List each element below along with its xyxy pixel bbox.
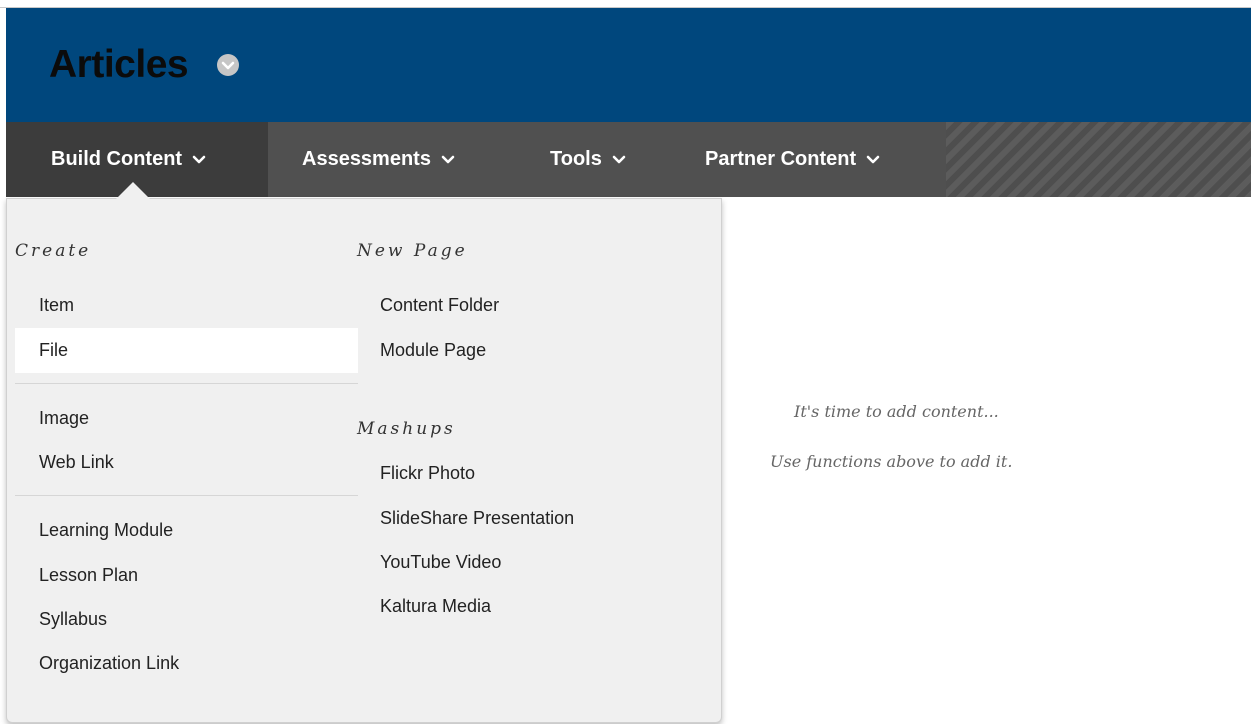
menu-item-file[interactable]: File (15, 328, 358, 373)
mashups-heading: Mashups (357, 419, 456, 439)
build-content-label: Build Content (51, 148, 183, 170)
assessments-label: Assessments (302, 148, 431, 170)
menu-item-youtube-video[interactable]: YouTube Video (357, 540, 697, 585)
menu-item-item[interactable]: Item (15, 283, 358, 328)
chevron-down-icon (612, 148, 626, 171)
create-heading: Create (15, 241, 92, 261)
partner-content-label: Partner Content (705, 148, 857, 170)
create-divider (15, 495, 358, 496)
create-divider (15, 383, 358, 384)
menu-item-web-link[interactable]: Web Link (15, 440, 358, 485)
new-page-heading: New Page (357, 241, 468, 261)
page-title: Articles (49, 43, 189, 86)
menu-item-syllabus[interactable]: Syllabus (15, 597, 358, 642)
chevron-down-icon (192, 148, 206, 171)
chevron-down-icon (441, 148, 455, 171)
page-options-chevron-icon[interactable] (217, 54, 239, 76)
partner-content-menu[interactable]: Partner Content (705, 122, 880, 197)
menu-item-learning-module[interactable]: Learning Module (15, 508, 358, 553)
action-bar: Build Content Assessments Tools Partner … (6, 122, 1251, 197)
menu-item-flickr-photo[interactable]: Flickr Photo (357, 451, 697, 496)
empty-state-line-2: Use functions above to add it. (770, 452, 1013, 471)
tools-menu[interactable]: Tools (550, 122, 626, 197)
top-border (0, 0, 1251, 8)
chevron-down-icon (866, 148, 880, 171)
menu-item-organization-link[interactable]: Organization Link (15, 641, 358, 686)
menu-item-slideshare-presentation[interactable]: SlideShare Presentation (357, 496, 697, 541)
tools-label: Tools (550, 148, 602, 170)
menu-item-kaltura-media[interactable]: Kaltura Media (357, 584, 697, 629)
assessments-menu[interactable]: Assessments (302, 122, 455, 197)
build-content-dropdown: Create Item File Image Web Link Learning… (6, 198, 722, 723)
empty-state-line-1: It's time to add content... (794, 402, 999, 421)
menu-item-content-folder[interactable]: Content Folder (357, 283, 697, 328)
menu-item-lesson-plan[interactable]: Lesson Plan (15, 553, 358, 598)
menu-item-module-page[interactable]: Module Page (357, 328, 697, 373)
dropdown-caret (116, 182, 150, 199)
content-area-header: Articles (6, 8, 1251, 122)
menu-item-image[interactable]: Image (15, 396, 358, 441)
action-bar-pattern (946, 122, 1251, 197)
